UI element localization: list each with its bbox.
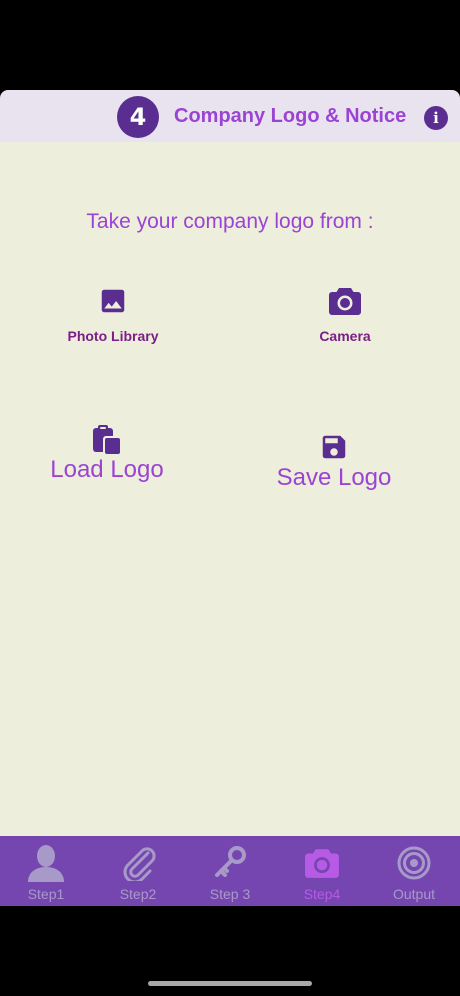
tab-output[interactable]: Output (368, 836, 460, 906)
paste-icon (93, 425, 121, 455)
tab-step3[interactable]: Step 3 (184, 836, 276, 906)
save-logo-button[interactable]: Save Logo (264, 432, 404, 492)
step-number-badge: 4 (117, 96, 159, 138)
tab-label: Step4 (303, 886, 341, 902)
load-logo-label: Load Logo (50, 456, 164, 483)
photo-library-label: Photo Library (67, 328, 159, 344)
tab-step1[interactable]: Step1 (0, 836, 92, 906)
camera-button[interactable]: Camera (285, 286, 405, 344)
tab-label: Step2 (119, 886, 157, 902)
camera-icon (305, 849, 339, 878)
person-icon (28, 845, 64, 882)
target-icon (397, 846, 431, 880)
camera-icon (329, 288, 361, 315)
camera-label: Camera (319, 328, 371, 344)
app-screen: 4 Company Logo & Notice i Take your comp… (0, 0, 460, 996)
page-title: Company Logo & Notice (174, 105, 407, 127)
photo-library-button[interactable]: Photo Library (53, 286, 173, 344)
tab-label: Output (392, 886, 436, 902)
tab-label: Step 3 (209, 886, 251, 902)
paperclip-icon (123, 847, 156, 881)
save-logo-label: Save Logo (276, 464, 392, 491)
image-icon (101, 289, 125, 313)
tab-label: Step1 (27, 886, 65, 902)
save-icon (322, 435, 346, 459)
info-icon[interactable]: i (424, 106, 448, 130)
home-indicator (148, 981, 312, 986)
header-bar: 4 Company Logo & Notice i (0, 90, 460, 142)
tab-step4[interactable]: Step4 (276, 836, 368, 906)
tab-bar: Step1 Step2 Step 3 Step4 Output (0, 836, 460, 906)
main-content: Take your company logo from : Photo Libr… (0, 142, 460, 836)
tab-step2[interactable]: Step2 (92, 836, 184, 906)
load-logo-button[interactable]: Load Logo (37, 424, 177, 484)
logo-source-prompt: Take your company logo from : (86, 210, 374, 233)
key-icon (215, 846, 246, 877)
